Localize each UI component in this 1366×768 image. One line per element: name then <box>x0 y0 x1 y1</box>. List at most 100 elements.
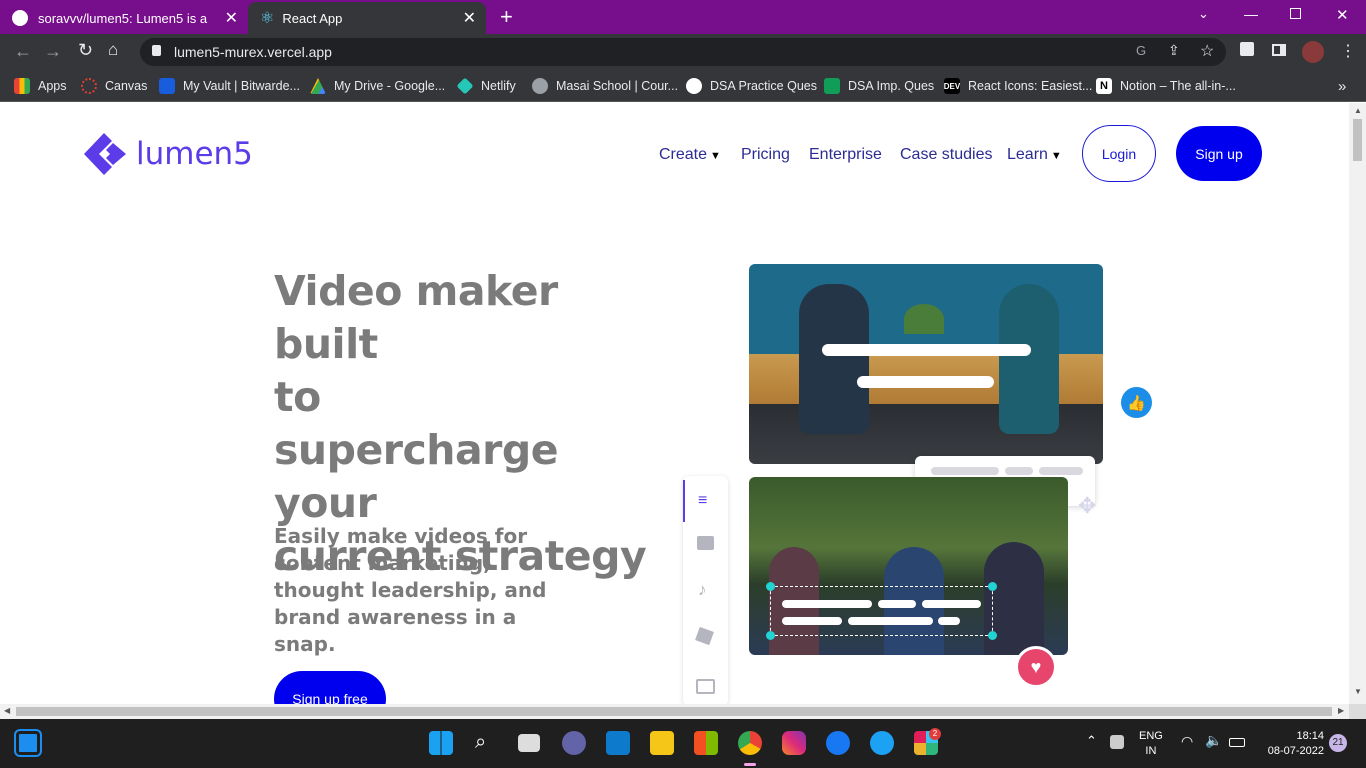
tray-app-icon[interactable] <box>1110 735 1124 749</box>
store-icon[interactable] <box>694 731 718 755</box>
signup-button[interactable]: Sign up <box>1176 126 1262 181</box>
translate-icon[interactable]: G <box>1136 43 1146 58</box>
bookmark-masai[interactable]: Masai School | Cour... <box>532 77 678 95</box>
bookmark-apps[interactable]: Apps <box>14 77 67 95</box>
bookmark-react-icons[interactable]: DEV React Icons: Easiest... <box>944 77 1092 95</box>
bookmarks-overflow[interactable]: » <box>1338 77 1346 95</box>
notion-icon: N <box>1096 78 1112 94</box>
dev-icon: DEV <box>944 78 960 94</box>
tab-github[interactable]: soravvv/lumen5: Lumen5 is a wel ✕ <box>12 2 248 34</box>
chevron-down-icon: ▼ <box>710 150 721 162</box>
bookmark-label: DSA Practice Ques <box>710 79 817 93</box>
music-icon[interactable]: ♪ <box>698 580 707 600</box>
nav-learn[interactable]: Learn ▼ <box>1007 146 1062 164</box>
forward-icon[interactable]: → <box>44 41 62 62</box>
minimize-button[interactable]: — <box>1244 6 1258 22</box>
vertical-scrollbar[interactable]: ▲ ▼ <box>1349 103 1366 704</box>
chevron-down-icon[interactable]: ⌄ <box>1198 6 1209 22</box>
bookmark-label: Apps <box>38 79 67 93</box>
selection-handle[interactable] <box>988 582 997 591</box>
close-window-button[interactable]: ✕ <box>1336 6 1349 24</box>
notification-badge[interactable]: 21 <box>1329 734 1347 752</box>
caption-bar <box>782 600 872 608</box>
signup-free-button[interactable]: Sign up free <box>274 671 386 705</box>
tab-bar: soravvv/lumen5: Lumen5 is a wel ✕ ⚛ Reac… <box>0 0 1366 34</box>
scroll-down-arrow[interactable]: ▼ <box>1354 687 1362 696</box>
selection-box[interactable] <box>766 582 997 640</box>
bookmark-drive[interactable]: My Drive - Google... <box>310 77 445 95</box>
bookmark-label: Masai School | Cour... <box>556 79 679 93</box>
scroll-left-arrow[interactable]: ◀ <box>4 706 10 715</box>
url-text: lumen5-murex.vercel.app <box>174 44 332 60</box>
bookmark-dsa-practice[interactable]: DSA Practice Ques <box>686 77 817 95</box>
home-icon[interactable]: ⌂ <box>108 40 118 60</box>
vscode-icon[interactable] <box>606 731 630 755</box>
caption-bar <box>878 600 916 608</box>
tab-react-app[interactable]: ⚛ React App ✕ <box>248 2 486 34</box>
taskbar: ⌕ 2 ⌃ ENG IN ◠ 🔈 18:14 08-07-2022 21 <box>0 719 1366 768</box>
scroll-up-arrow[interactable]: ▲ <box>1354 106 1362 115</box>
teams-chat-icon[interactable] <box>562 731 586 755</box>
star-icon[interactable]: ☆ <box>1200 41 1214 61</box>
extensions-icon[interactable] <box>1240 42 1254 56</box>
close-icon[interactable]: ✕ <box>463 8 476 28</box>
twitter-icon[interactable] <box>870 731 894 755</box>
back-icon[interactable]: ← <box>14 41 32 62</box>
reload-icon[interactable]: ↻ <box>78 40 93 61</box>
style-icon[interactable] <box>695 626 714 646</box>
bookmark-bitwarden[interactable]: My Vault | Bitwarde... <box>159 77 300 95</box>
share-icon[interactable]: ⇪ <box>1168 42 1180 59</box>
task-view-icon[interactable] <box>518 734 540 752</box>
windows-start-icon[interactable] <box>429 731 453 755</box>
nav-enterprise[interactable]: Enterprise <box>809 146 882 164</box>
instagram-icon[interactable] <box>782 731 806 755</box>
bookmark-canvas[interactable]: Canvas <box>81 77 147 95</box>
nav-pricing[interactable]: Pricing <box>741 146 790 164</box>
widgets-icon[interactable] <box>14 729 42 757</box>
bookmark-dsa-imp[interactable]: DSA Imp. Ques <box>824 77 934 95</box>
hero-image-top <box>749 264 1103 464</box>
scroll-thumb[interactable] <box>1353 119 1362 161</box>
facebook-icon[interactable] <box>826 731 850 755</box>
close-icon[interactable]: ✕ <box>225 8 238 28</box>
search-icon[interactable]: ⌕ <box>475 731 499 755</box>
hero-line: to <box>274 373 321 421</box>
sidebar-icon[interactable] <box>1272 44 1286 56</box>
nav-create[interactable]: Create ▼ <box>659 146 721 164</box>
caption-bar <box>848 617 933 625</box>
clock[interactable]: 18:14 08-07-2022 <box>1258 729 1324 759</box>
volume-icon[interactable]: 🔈 <box>1205 732 1222 749</box>
scroll-right-arrow[interactable]: ▶ <box>1338 706 1344 715</box>
menu-icon[interactable]: ⋮ <box>1340 41 1356 61</box>
new-tab-button[interactable]: + <box>500 4 513 30</box>
horizontal-scrollbar[interactable]: ◀ ▶ <box>0 704 1349 719</box>
selection-handle[interactable] <box>766 631 775 640</box>
chrome-icon[interactable] <box>738 731 762 755</box>
selection-handle[interactable] <box>988 631 997 640</box>
wifi-icon[interactable]: ◠ <box>1181 733 1193 750</box>
scroll-thumb[interactable] <box>16 707 1332 716</box>
avatar[interactable] <box>1302 41 1324 63</box>
selection-handle[interactable] <box>766 582 775 591</box>
active-app-indicator <box>744 763 756 766</box>
bookmark-notion[interactable]: N Notion – The all-in-... <box>1096 77 1236 95</box>
restore-button[interactable] <box>1290 8 1301 19</box>
subtitle-line: content marketing, <box>274 551 491 575</box>
caption-bar <box>822 344 1031 356</box>
plant <box>904 304 944 334</box>
chevron-up-icon[interactable]: ⌃ <box>1086 733 1097 749</box>
login-button[interactable]: Login <box>1082 125 1156 182</box>
nav-case-studies[interactable]: Case studies <box>900 146 993 164</box>
language-indicator[interactable]: ENG IN <box>1139 729 1163 759</box>
resize-icon[interactable] <box>696 679 715 694</box>
move-icon: ✥ <box>1078 493 1097 518</box>
thumbs-up-icon: 👍 <box>1121 387 1152 418</box>
text-icon[interactable]: ≡ <box>698 492 707 510</box>
battery-icon[interactable] <box>1229 738 1245 747</box>
image-icon[interactable] <box>697 536 714 550</box>
file-explorer-icon[interactable] <box>650 731 674 755</box>
bookmark-netlify[interactable]: Netlify <box>456 77 516 95</box>
address-field[interactable]: lumen5-murex.vercel.app G ⇪ ☆ <box>140 38 1226 66</box>
lumen5-logo[interactable]: lumen5 <box>82 131 253 177</box>
person-right <box>999 284 1059 434</box>
